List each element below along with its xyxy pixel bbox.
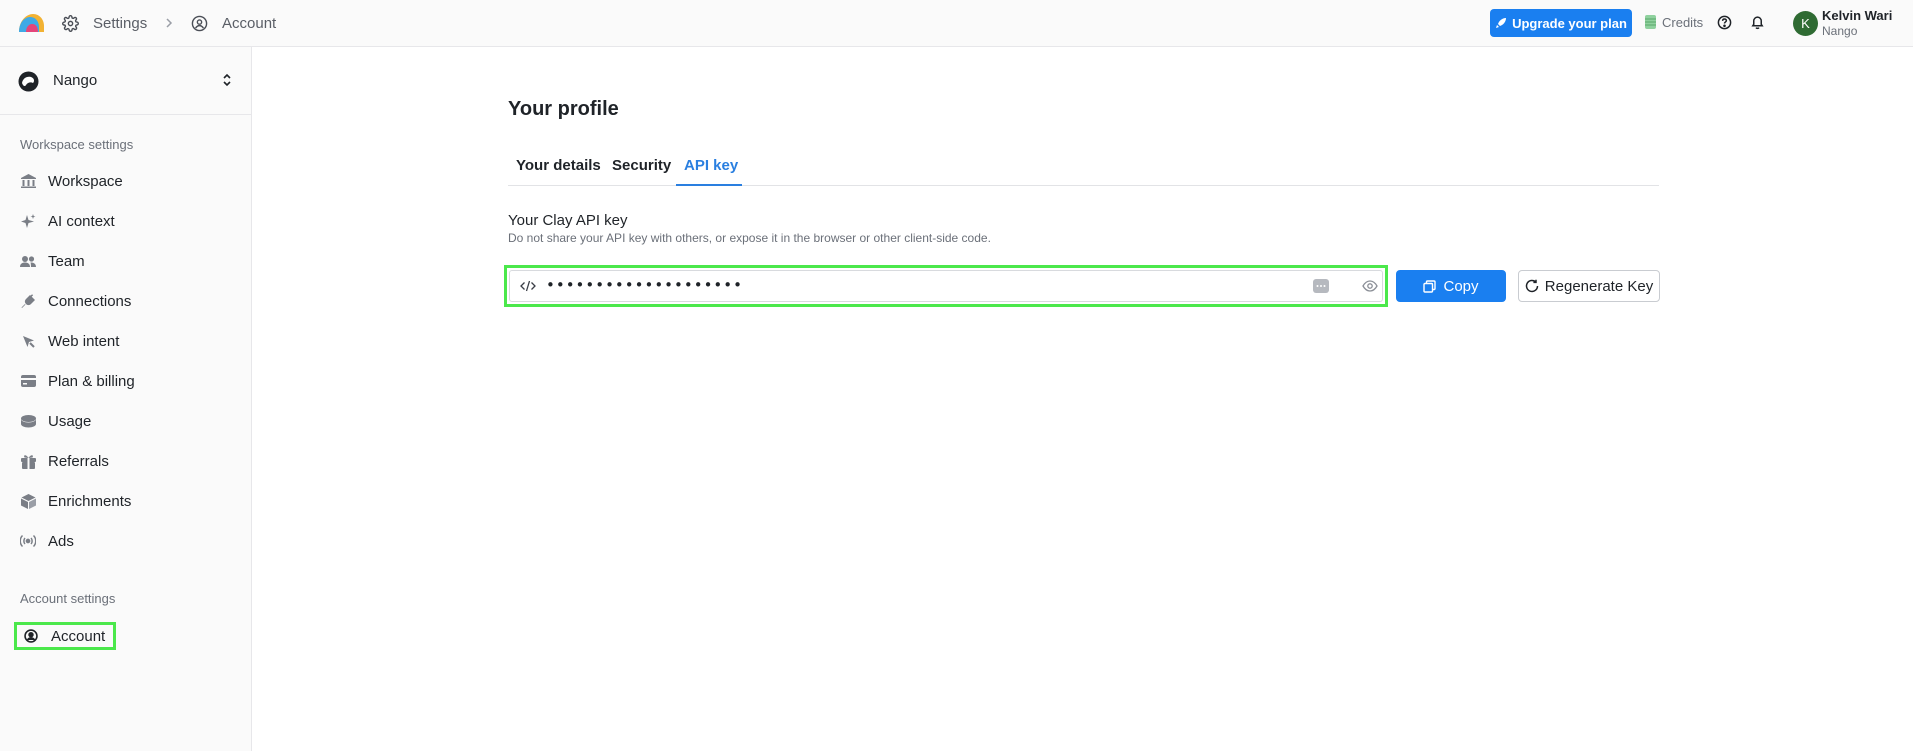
sidebar-item-team[interactable]: Team — [20, 249, 85, 273]
sidebar-item-label: Connections — [48, 292, 132, 310]
workspace-name: Nango — [53, 72, 98, 89]
credits-label: Credits — [1662, 14, 1704, 30]
top-bar: Settings Account Upgrade your plan Credi… — [0, 0, 1913, 47]
chevron-right-icon — [166, 18, 173, 28]
sidebar-item-label: Workspace — [48, 172, 123, 190]
regenerate-key-label: Regenerate Key — [1544, 277, 1654, 295]
sidebar-item-referrals[interactable]: Referrals — [20, 449, 109, 473]
code-icon — [520, 280, 536, 292]
workspace-logo-icon — [18, 71, 39, 92]
workspace-switcher[interactable]: Nango — [0, 47, 251, 115]
sidebar-item-label: Enrichments — [48, 492, 132, 510]
copy-button-label: Copy — [1443, 277, 1479, 295]
api-key-field[interactable]: •••••••••••••••••••• — [509, 270, 1383, 302]
plug-icon — [20, 293, 36, 309]
sidebar-item-ads[interactable]: Ads — [20, 529, 74, 553]
account-settings-label: Account settings — [20, 591, 116, 606]
credits-link[interactable]: Credits — [1644, 14, 1703, 30]
users-icon — [20, 253, 36, 269]
sidebar-item-usage[interactable]: Usage — [20, 409, 91, 433]
tab-your-details[interactable]: Your details — [516, 157, 601, 174]
gear-icon — [62, 14, 79, 32]
workspace-settings-label: Workspace settings — [20, 137, 134, 152]
sidebar: Nango Workspace settings Workspace AI co… — [0, 47, 252, 751]
breadcrumb-separator — [163, 0, 175, 46]
sidebar-item-account[interactable]: Account — [14, 622, 117, 650]
avatar[interactable]: K — [1793, 11, 1818, 36]
sidebar-item-label: Team — [48, 252, 85, 270]
upgrade-plan-button[interactable]: Upgrade your plan — [1490, 9, 1632, 37]
refresh-icon — [1525, 279, 1539, 293]
breadcrumb-settings[interactable]: Settings — [62, 0, 147, 46]
tab-api-key[interactable]: API key — [684, 157, 738, 174]
upgrade-plan-label: Upgrade your plan — [1512, 15, 1627, 31]
sidebar-item-enrichments[interactable]: Enrichments — [20, 489, 131, 513]
clay-logo[interactable] — [17, 12, 45, 34]
sidebar-item-connections[interactable]: Connections — [20, 289, 131, 313]
sidebar-item-label: Ads — [48, 532, 74, 550]
rocket-icon — [1496, 18, 1507, 28]
breadcrumb-settings-label: Settings — [93, 14, 148, 32]
card-icon — [20, 373, 36, 389]
bell-icon[interactable] — [1750, 14, 1765, 30]
user-circle-icon — [23, 628, 39, 644]
profile-tabs: Your details Security API key — [508, 153, 1659, 186]
sidebar-item-label: Referrals — [48, 452, 109, 470]
sidebar-item-label: Usage — [48, 412, 92, 430]
active-tab-indicator — [676, 184, 742, 186]
page-title: Your profile — [508, 98, 619, 120]
api-key-description: Do not share your API key with others, o… — [508, 231, 991, 245]
user-circle-icon — [191, 15, 208, 31]
sidebar-item-web-intent[interactable]: Web intent — [20, 329, 119, 353]
sparkle-icon — [20, 213, 36, 229]
cube-icon — [20, 493, 36, 509]
password-manager-icon[interactable] — [1313, 279, 1329, 293]
api-key-title: Your Clay API key — [508, 212, 628, 229]
sidebar-item-label: AI context — [48, 212, 115, 230]
sidebar-item-label: Plan & billing — [48, 372, 135, 390]
building-icon — [20, 173, 36, 189]
database-icon — [20, 413, 36, 429]
eye-icon[interactable] — [1362, 279, 1378, 293]
sidebar-item-ai-context[interactable]: AI context — [20, 209, 115, 233]
sidebar-item-label: Web intent — [48, 332, 120, 350]
user-name[interactable]: Kelvin Wari — [1822, 8, 1892, 23]
sidebar-item-plan-billing[interactable]: Plan & billing — [20, 369, 135, 393]
broadcast-icon — [20, 533, 36, 549]
sidebar-item-workspace[interactable]: Workspace — [20, 169, 123, 193]
coins-icon — [1645, 15, 1656, 29]
sidebar-item-label: Account — [51, 627, 106, 645]
breadcrumb-account-label: Account — [222, 14, 277, 32]
copy-icon — [1423, 279, 1437, 293]
breadcrumb-account[interactable]: Account — [191, 0, 276, 46]
tab-security[interactable]: Security — [612, 157, 671, 174]
user-org: Nango — [1822, 24, 1858, 38]
regenerate-key-button[interactable]: Regenerate Key — [1518, 270, 1660, 302]
copy-button[interactable]: Copy — [1396, 270, 1506, 302]
chevron-up-down-icon — [223, 73, 231, 87]
help-icon[interactable] — [1717, 15, 1732, 30]
gift-icon — [20, 453, 36, 469]
cursor-icon — [20, 333, 36, 349]
api-key-value[interactable]: •••••••••••••••••••• — [546, 276, 743, 294]
